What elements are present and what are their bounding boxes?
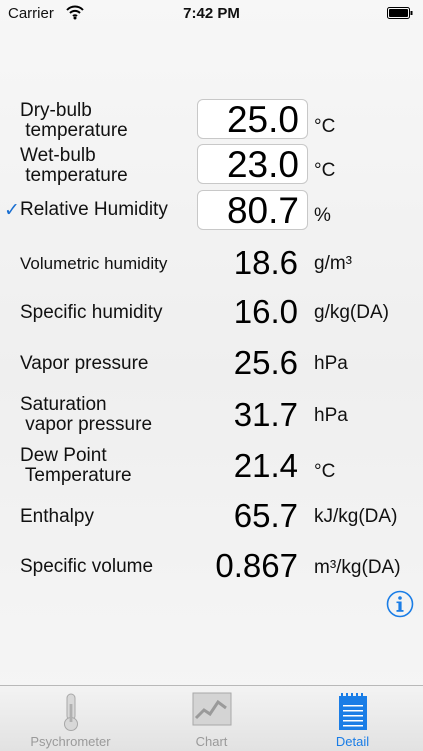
tab-detail-label: Detail [335,734,370,749]
tab-detail[interactable]: Detail [282,686,423,751]
battery-icon [387,7,413,19]
relative-humidity-label: Relative Humidity [20,199,168,220]
enthalpy-unit: kJ/kg(DA) [314,506,398,527]
tab-psychrometer[interactable]: Psychrometer [0,686,141,751]
specific-volume-value: 0.867 [215,547,298,584]
dry-bulb-label: Dry-bulb temperature [20,100,128,141]
thermometer-icon [63,693,78,731]
chart-icon [192,692,231,726]
saturation-vapor-pressure-value: 31.7 [233,396,298,433]
wet-bulb-input[interactable]: 23.0 [197,144,308,185]
wet-bulb-label: Wet-bulb temperature [20,145,128,186]
vapor-pressure-unit: hPa [314,353,348,374]
specific-humidity-value: 16.0 [233,293,298,330]
vapor-pressure-value: 25.6 [233,344,298,381]
tab-chart[interactable]: Chart [141,686,282,751]
dew-point-value: 21.4 [233,447,298,484]
tab-chart-label: Chart [195,734,228,749]
dry-bulb-unit: °C [314,116,336,137]
specific-humidity-unit: g/kg(DA) [314,302,389,323]
notepad-icon [338,693,367,730]
specific-volume-unit: m³/kg(DA) [314,557,401,578]
saturation-vapor-pressure-unit: hPa [314,405,348,426]
wet-bulb-unit: °C [314,160,336,181]
relative-humidity-input[interactable]: 80.7 [197,190,308,231]
volumetric-humidity-value: 18.6 [233,244,298,281]
info-icon[interactable] [386,590,414,618]
status-bar: Carrier 7:42 PM [0,0,423,28]
relative-humidity-unit: % [314,205,331,226]
dry-bulb-input[interactable]: 25.0 [197,99,308,140]
dew-point-unit: °C [314,461,336,482]
tab-psychrometer-label: Psychrometer [30,734,111,749]
checkmark-icon: ✓ [4,200,20,221]
tab-bar: Psychrometer Chart Detail [0,685,423,751]
status-time: 7:42 PM [183,5,240,22]
enthalpy-value: 65.7 [233,497,298,534]
volumetric-humidity-unit: g/m³ [314,253,352,274]
